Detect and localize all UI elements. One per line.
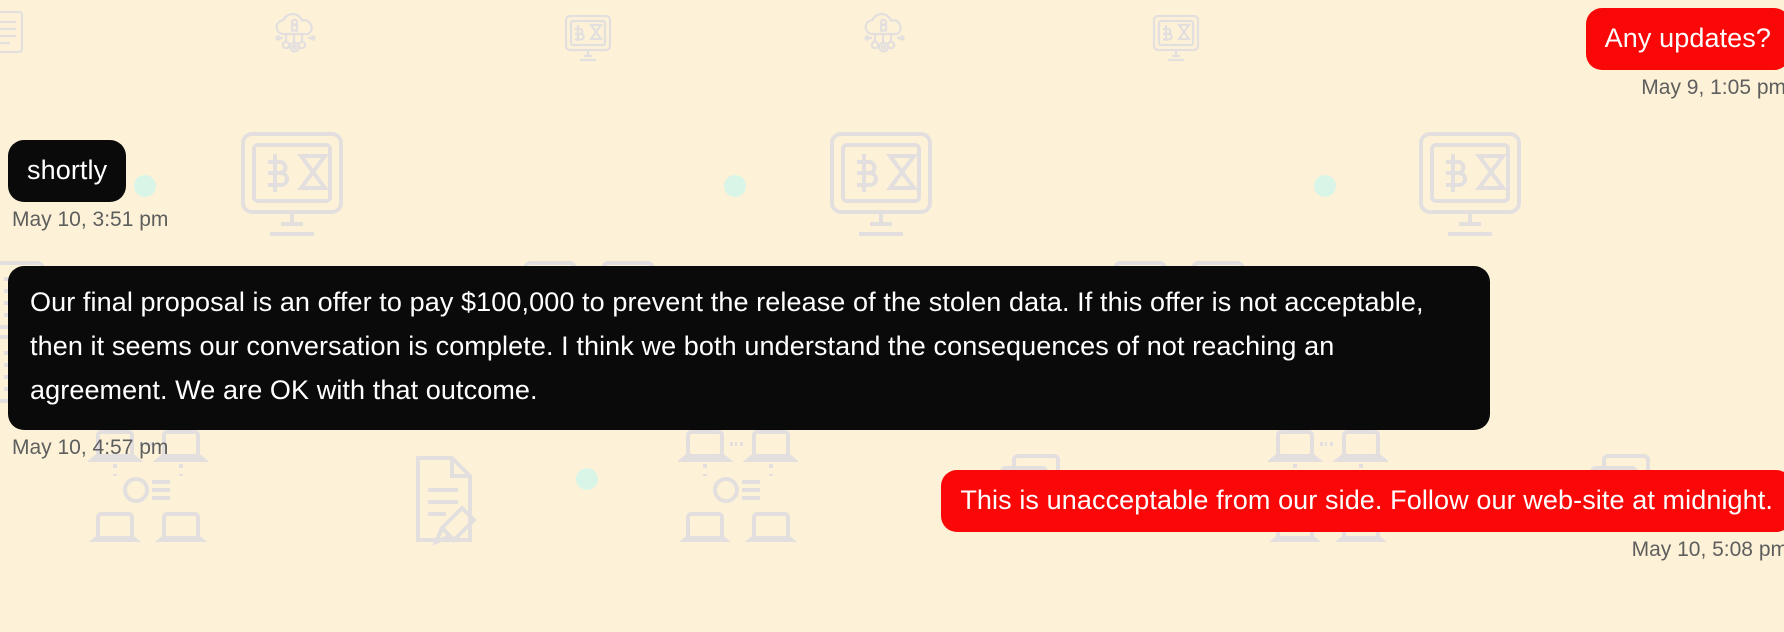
message-timestamp: May 10, 5:08 pm: [1631, 538, 1784, 561]
message-bubble[interactable]: Our final proposal is an offer to pay $1…: [8, 266, 1490, 430]
message-any-updates[interactable]: Any updates? May 9, 1:05 pm: [1585, 8, 1784, 101]
message-timestamp: May 10, 3:51 pm: [12, 208, 169, 231]
message-bubble[interactable]: This is unacceptable from our side. Foll…: [941, 470, 1784, 532]
message-unacceptable[interactable]: This is unacceptable from our side. Foll…: [941, 470, 1784, 563]
message-final-proposal[interactable]: Our final proposal is an offer to pay $1…: [8, 266, 1490, 461]
message-bubble[interactable]: shortly: [8, 140, 127, 202]
message-bubble[interactable]: Any updates?: [1585, 8, 1784, 70]
message-timestamp: May 10, 4:57 pm: [12, 436, 169, 459]
message-shortly[interactable]: shortly May 10, 3:51 pm: [8, 140, 172, 233]
message-timestamp: May 9, 1:05 pm: [1641, 76, 1784, 99]
message-list: Any updates? May 9, 1:05 pm shortly May …: [0, 0, 1784, 632]
chat-transcript-surface: Any updates? May 9, 1:05 pm shortly May …: [0, 0, 1784, 632]
